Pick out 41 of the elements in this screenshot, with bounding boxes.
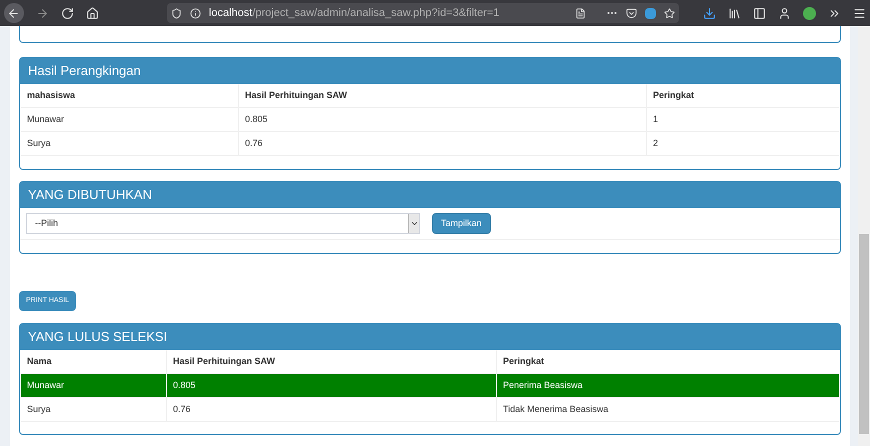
info-icon[interactable] (190, 8, 201, 18)
table-cell-text: Surya (27, 136, 51, 150)
select-field[interactable]: --Pilih (26, 213, 420, 234)
back-arrow-icon (7, 6, 20, 20)
star-icon[interactable] (664, 8, 676, 18)
column-header: Hasil Perhituingan SAW (245, 88, 348, 102)
shield-icon[interactable] (170, 8, 182, 18)
table-cell-text: 2 (653, 136, 658, 150)
home-icon[interactable] (86, 6, 99, 20)
table-cell-text: Surya (27, 402, 51, 416)
back-button[interactable] (4, 3, 24, 23)
table-cell-text: Penerima Beasiswa (503, 378, 583, 392)
column-header: Peringkat (653, 88, 694, 102)
forward-icon[interactable] (36, 6, 49, 20)
menu-icon[interactable] (853, 6, 866, 20)
table-cell-text: Tidak Menerima Beasiswa (503, 402, 608, 416)
column-header: Peringkat (503, 354, 544, 368)
reader-icon[interactable] (575, 8, 586, 18)
panel-title: YANG DIBUTUHKAN (28, 186, 152, 204)
account-icon[interactable] (778, 6, 792, 20)
column-header: Hasil Perhituingan SAW (173, 354, 276, 368)
address-bar[interactable]: localhost/project_saw/admin/analisa_saw.php?id=3&filter=1 (166, 3, 680, 23)
show-button[interactable]: Tampilkan (432, 213, 491, 234)
table-cell-text: Munawar (27, 378, 64, 392)
panel-title: Hasil Perangkingan (28, 62, 141, 80)
table-cell-text: 0.76 (245, 136, 263, 150)
table-cell-text: 0.76 (173, 402, 191, 416)
table-cell-text: Munawar (27, 112, 64, 126)
download-icon[interactable] (703, 6, 716, 20)
url-text: localhost/project_saw/admin/analisa_saw.php?id=3&filter=1 (208, 6, 500, 21)
panel-title: YANG LULUS SELEKSI (28, 328, 168, 346)
table-cell-text: 0.805 (173, 378, 196, 392)
column-header: Nama (27, 354, 52, 368)
reload-icon[interactable] (60, 6, 74, 20)
sidebar-icon[interactable] (753, 6, 766, 20)
pocket-icon[interactable] (626, 8, 638, 18)
library-icon[interactable] (728, 6, 742, 20)
column-header: mahasiswa (27, 88, 76, 102)
table-cell-text: 1 (653, 112, 658, 126)
table-cell-text: 0.805 (245, 112, 268, 126)
scrollbar[interactable] (858, 26, 870, 446)
